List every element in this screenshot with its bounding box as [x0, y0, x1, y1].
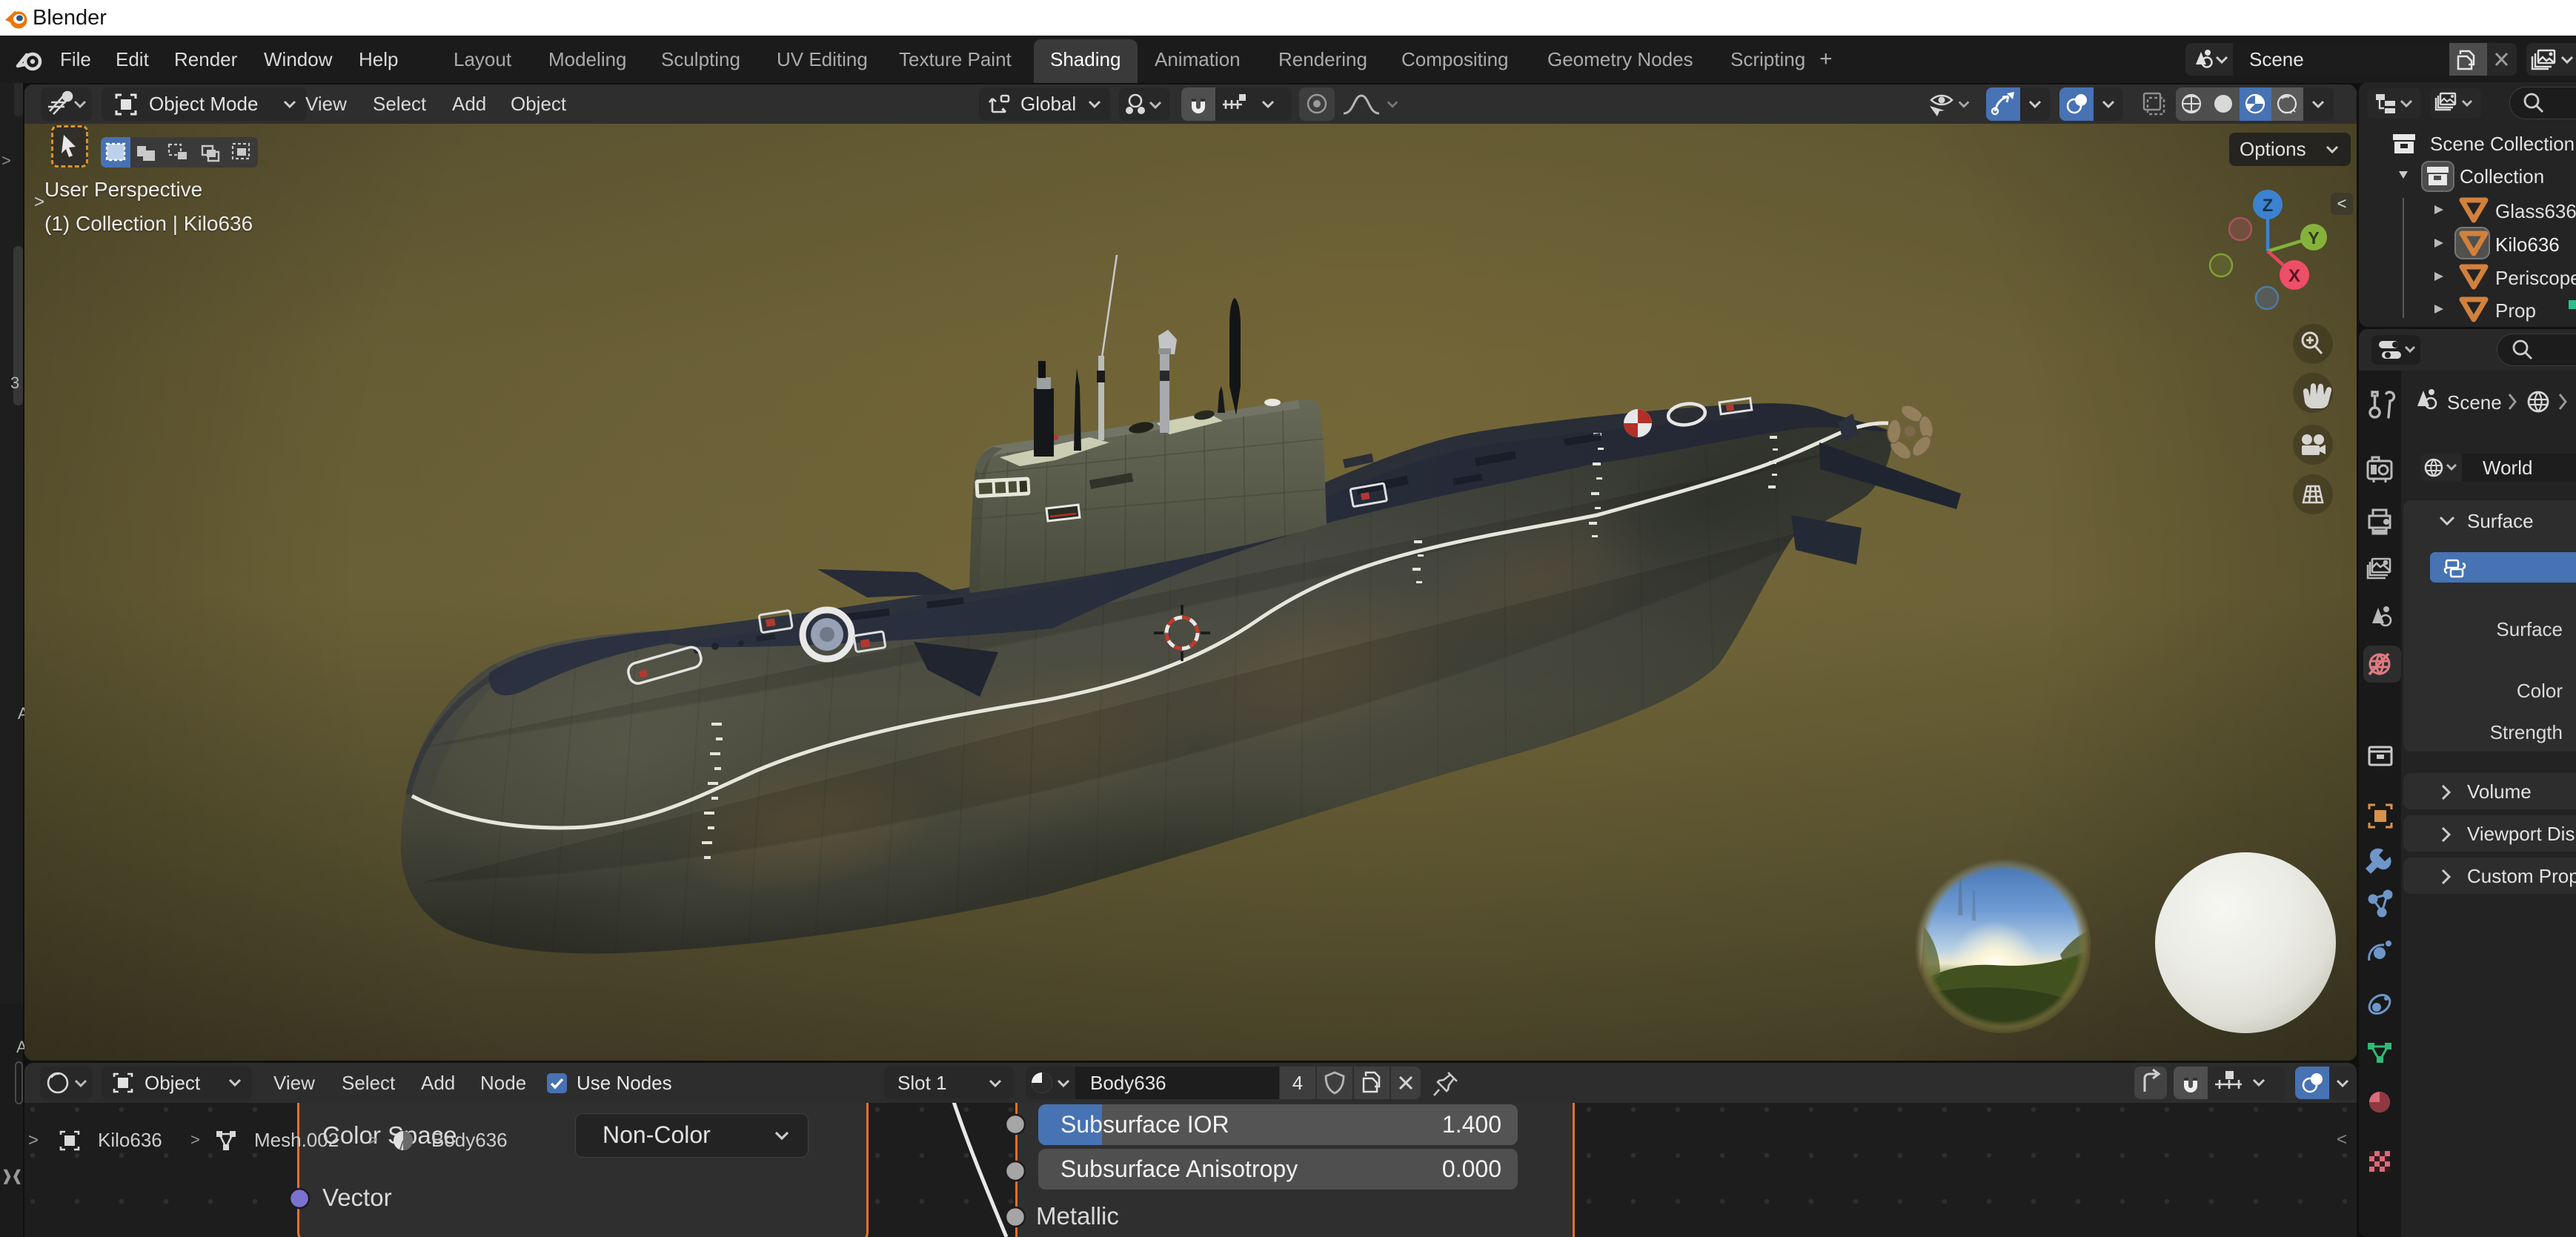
svg-text:Z: Z [2263, 196, 2274, 216]
svg-text:Glass636: Glass636 [2495, 200, 2576, 222]
svg-text:Scene Collection: Scene Collection [2430, 133, 2575, 155]
svg-text:X: X [2288, 266, 2300, 286]
svg-text:Collection: Collection [2460, 165, 2544, 188]
svg-text:Periscope: Periscope [2495, 267, 2576, 289]
svg-text:Kilo636: Kilo636 [2495, 233, 2560, 256]
svg-text:Y: Y [2308, 228, 2319, 248]
svg-text:Scene: Scene [2447, 391, 2502, 414]
svg-text:Prop: Prop [2495, 299, 2536, 322]
